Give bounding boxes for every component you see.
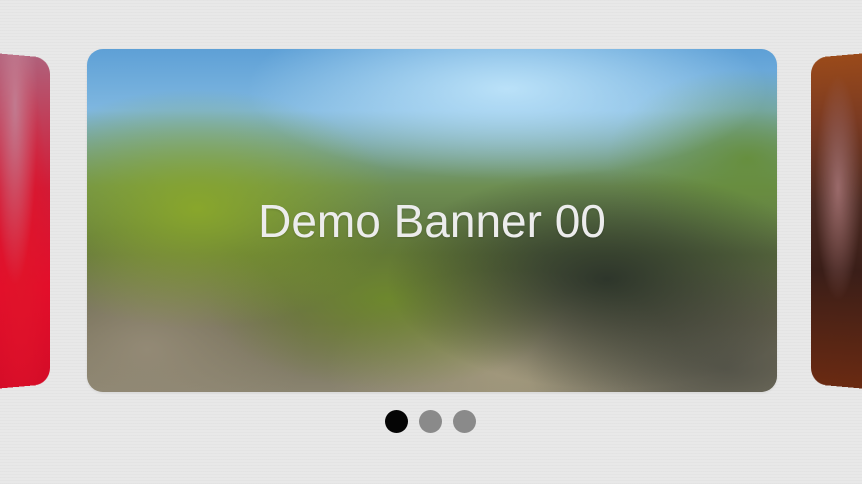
slide-title: Demo Banner 00 [258,195,606,247]
pagination-dot-2[interactable] [419,410,442,433]
carousel-pagination [385,410,476,433]
pagination-dot-3[interactable] [453,410,476,433]
carousel: Demo Banner 00 [0,0,862,484]
previous-slide[interactable] [0,52,50,390]
next-slide[interactable] [811,51,862,391]
active-slide[interactable]: Demo Banner 00 [87,49,777,392]
pagination-dot-1[interactable] [385,410,408,433]
